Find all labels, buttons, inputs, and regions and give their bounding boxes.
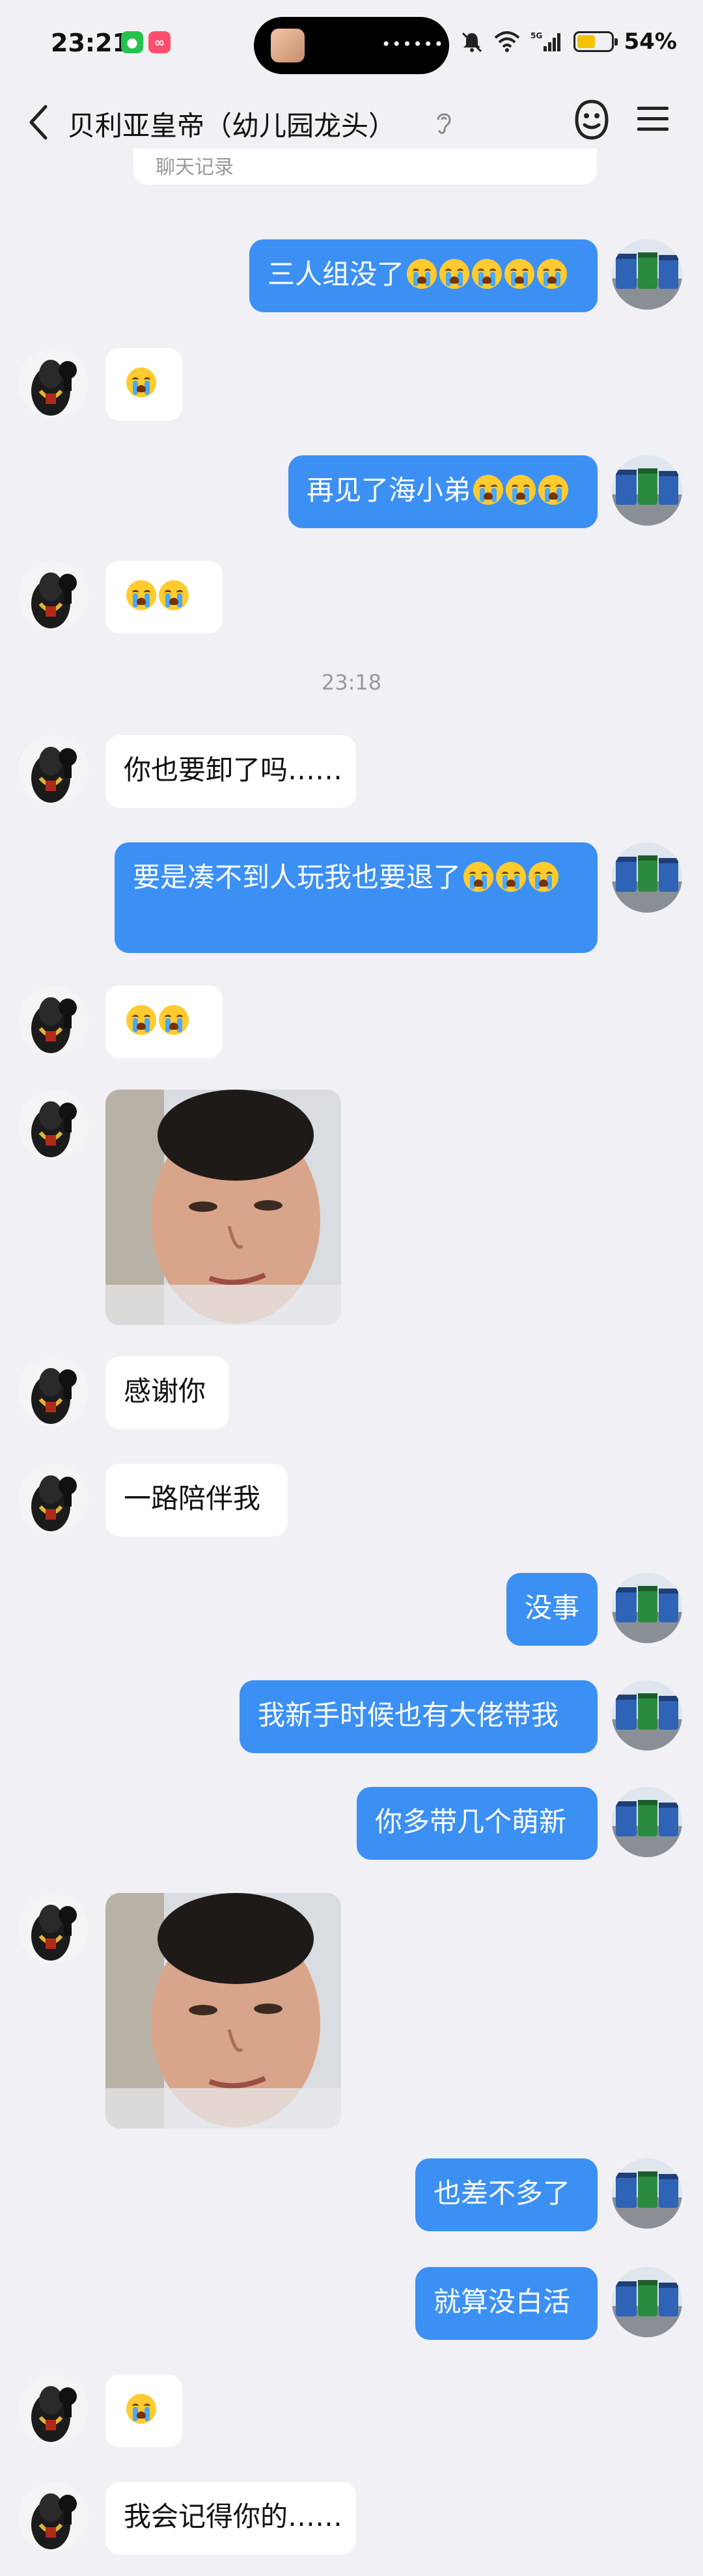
contact-avatar[interactable] [18, 1356, 89, 1427]
qq-penguin-icon[interactable] [569, 98, 614, 143]
message-bubble[interactable]: 没事 [506, 1573, 598, 1646]
my-avatar[interactable] [612, 842, 682, 913]
crying-emoji-icon [506, 475, 536, 505]
emoji-group [124, 2393, 156, 2425]
message-text: 要是凑不到人玩我也要退了 [133, 861, 462, 893]
message-text: 三人组没了 [268, 258, 405, 290]
message-bubble[interactable]: 你也要卸了吗…… [105, 735, 356, 808]
crying-emoji-icon [529, 862, 559, 892]
message-text: 你多带几个萌新 [375, 1806, 567, 1838]
message-bubble[interactable]: 就算没白活 [415, 2267, 598, 2340]
island-thumbnail [271, 29, 305, 62]
app-notification-icon: ∞ [148, 31, 171, 53]
contact-avatar[interactable] [18, 348, 89, 418]
menu-icon[interactable] [635, 104, 671, 134]
message-bubble[interactable]: 你多带几个萌新 [357, 1787, 598, 1860]
crying-emoji-icon [537, 259, 568, 289]
emoji-group [461, 861, 559, 893]
message-bubble[interactable]: 感谢你 [105, 1356, 229, 1429]
crying-emoji-icon [126, 580, 156, 610]
my-avatar[interactable] [612, 1573, 682, 1643]
contact-avatar[interactable] [18, 986, 89, 1056]
emoji-group [471, 474, 569, 506]
message-timestamp: 23:18 [321, 670, 382, 695]
crying-emoji-icon [473, 475, 504, 505]
crying-emoji-icon [504, 259, 535, 289]
crying-emoji-icon [159, 1005, 189, 1035]
battery-percent: 54% [624, 29, 677, 55]
message-text: 就算没白活 [434, 2286, 571, 2318]
mute-bell-icon [462, 32, 482, 53]
status-time: 23:21 [51, 29, 130, 57]
wifi-icon [494, 31, 519, 52]
dynamic-island[interactable]: •••••• [254, 17, 449, 74]
crying-emoji-icon [472, 259, 503, 289]
emoji-group [124, 580, 189, 611]
message-bubble[interactable]: 再见了海小弟 [288, 455, 598, 528]
crying-emoji-icon [159, 580, 189, 610]
crying-emoji-icon [407, 259, 437, 289]
message-text: 再见了海小弟 [307, 474, 471, 506]
message-text: 感谢你 [124, 1375, 206, 1407]
contact-avatar[interactable] [18, 1893, 89, 1963]
message-bubble[interactable]: 我会记得你的…… [105, 2482, 356, 2555]
crying-emoji-icon [126, 368, 156, 397]
message-text: 没事 [525, 1592, 580, 1624]
contact-avatar[interactable] [18, 735, 89, 805]
message-bubble[interactable]: 一路陪伴我 [105, 1464, 288, 1536]
message-text: 也差不多了 [434, 2177, 571, 2209]
crying-emoji-icon [538, 475, 569, 505]
message-bubble[interactable] [105, 2374, 182, 2447]
wechat-icon: ● [121, 31, 143, 53]
chat-title[interactable]: 贝利亚皇帝（幼儿园龙头） [68, 104, 396, 144]
emoji-group [404, 258, 568, 290]
crying-emoji-icon [126, 1005, 156, 1035]
my-avatar[interactable] [612, 239, 682, 310]
message-bubble[interactable]: 三人组没了 [249, 239, 598, 312]
message-bubble[interactable] [105, 561, 223, 634]
message-text: 你也要卸了吗…… [124, 754, 343, 786]
status-bar: 23:21 ● ∞ •••••• 5G 54% [0, 0, 703, 91]
crying-emoji-icon [463, 862, 494, 892]
message-text: 一路陪伴我 [124, 1483, 261, 1514]
chat-history-card[interactable]: 聊天记录 [133, 148, 597, 185]
selfie-photo[interactable] [105, 1893, 341, 2128]
battery-fill [577, 35, 595, 48]
contact-avatar[interactable] [18, 1464, 89, 1534]
my-avatar[interactable] [612, 455, 682, 526]
message-bubble[interactable]: 也差不多了 [415, 2158, 598, 2231]
contact-avatar[interactable] [18, 1090, 89, 1160]
message-bubble[interactable] [105, 348, 182, 421]
network-label: 5G [531, 31, 542, 40]
battery-icon [573, 31, 618, 52]
message-bubble[interactable]: 要是凑不到人玩我也要退了 [115, 842, 598, 953]
chat-history-label: 聊天记录 [156, 156, 234, 179]
ear-icon[interactable] [433, 109, 455, 135]
my-avatar[interactable] [612, 2267, 682, 2337]
selfie-photo[interactable] [105, 1090, 341, 1325]
my-avatar[interactable] [612, 1787, 682, 1857]
signal-icon: 5G [531, 31, 560, 51]
message-text: 我新手时候也有大佬带我 [258, 1699, 559, 1731]
message-bubble[interactable] [105, 986, 223, 1058]
crying-emoji-icon [439, 259, 470, 289]
emoji-group [124, 1004, 189, 1036]
island-dots: •••••• [381, 35, 445, 53]
contact-avatar[interactable] [18, 2482, 89, 2552]
my-avatar[interactable] [612, 2158, 682, 2229]
back-arrow-icon[interactable] [20, 96, 59, 148]
message-text: 我会记得你的…… [124, 2501, 343, 2532]
crying-emoji-icon [496, 862, 527, 892]
message-bubble[interactable]: 我新手时候也有大佬带我 [240, 1680, 598, 1753]
my-avatar[interactable] [612, 1680, 682, 1751]
emoji-group [124, 367, 156, 399]
crying-emoji-icon [126, 2394, 156, 2424]
contact-avatar[interactable] [18, 2374, 89, 2445]
contact-avatar[interactable] [18, 561, 89, 631]
